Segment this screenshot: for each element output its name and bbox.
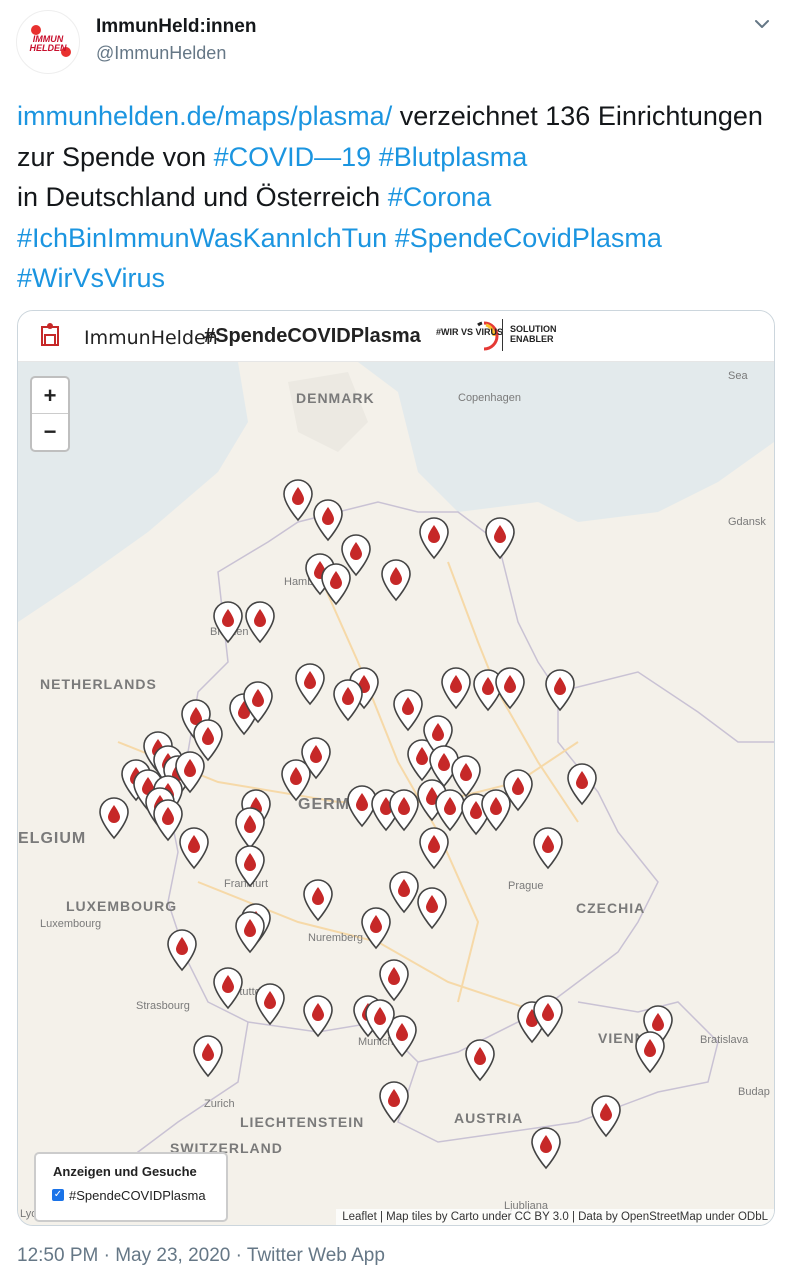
immunhelden-logo-icon (41, 323, 59, 346)
blood-drop-marker-icon[interactable] (97, 796, 131, 840)
blood-drop-marker-icon[interactable] (293, 662, 327, 706)
account-name[interactable]: ImmunHeld:innen (96, 16, 256, 38)
label-netherlands: NETHERLANDS (40, 676, 157, 692)
wirvsvirus-text: #WIR VS VIRUS (436, 327, 504, 337)
blood-drop-marker-icon[interactable] (301, 994, 335, 1038)
hashtag-corona[interactable]: #Corona (388, 182, 492, 212)
label-strasbourg: Strasbourg (136, 1000, 190, 1012)
label-belgium: ELGIUM (18, 830, 87, 847)
blood-drop-marker-icon[interactable] (589, 1094, 623, 1138)
label-czechia: CZECHIA (576, 900, 646, 916)
blood-drop-marker-icon[interactable] (417, 826, 451, 870)
map-brand: ImmunHelden (84, 327, 218, 349)
label-liechtenstein: LIECHTENSTEIN (240, 1114, 365, 1130)
tweet-text-segment: in Deutschland und Österreich (17, 182, 388, 212)
blood-drop-marker-icon[interactable] (301, 878, 335, 922)
footer-separator: · (103, 1245, 110, 1266)
zoom-out-button[interactable]: − (32, 414, 68, 449)
blood-drop-marker-icon[interactable] (543, 668, 577, 712)
map-header: ImmunHelden #SpendeCOVIDPlasma #WIR VS V… (18, 311, 774, 362)
blood-drop-marker-icon[interactable] (241, 680, 275, 724)
label-bratislava: Bratislava (700, 1034, 749, 1046)
label-copenhagen: Copenhagen (458, 392, 522, 404)
solution-enabler-text: SOLUTION ENABLER (510, 324, 557, 344)
tweet-time[interactable]: 12:50 PM (17, 1245, 98, 1266)
map-hashtag: #SpendeCOVIDPlasma (204, 325, 421, 347)
map-legend: Anzeigen und Gesuche ✓ #SpendeCOVIDPlasm… (34, 1152, 228, 1222)
blood-drop-marker-icon[interactable] (253, 982, 287, 1026)
hashtag-wirvsvirus[interactable]: #WirVsVirus (17, 263, 165, 293)
chevron-down-icon[interactable] (752, 14, 772, 34)
blood-drop-marker-icon[interactable] (379, 558, 413, 602)
label-budapest: Budap (738, 1086, 770, 1098)
blood-drop-marker-icon[interactable] (531, 826, 565, 870)
map[interactable]: DENMARK Copenhagen Gdansk Sea Hamburg Br… (18, 362, 774, 1225)
tweet-footer: 12:50 PM · May 23, 2020 · Twitter Web Ap… (17, 1245, 385, 1267)
blood-drop-marker-icon[interactable] (191, 1034, 225, 1078)
avatar-logo-text: IMMUN HELDEN (29, 34, 67, 53)
label-denmark: DENMARK (296, 390, 375, 406)
tweet-date[interactable]: May 23, 2020 (115, 1245, 230, 1266)
blood-drop-marker-icon[interactable] (463, 1038, 497, 1082)
hashtag-blutplasma[interactable]: #Blutplasma (379, 142, 528, 172)
blood-drop-marker-icon[interactable] (493, 666, 527, 710)
blood-drop-marker-icon[interactable] (633, 1030, 667, 1074)
wirvsvirus-logo: #WIR VS VIRUS (428, 319, 508, 353)
blood-drop-marker-icon[interactable] (211, 600, 245, 644)
blood-drop-marker-icon[interactable] (415, 886, 449, 930)
header-divider (502, 319, 503, 351)
tweet-text-segment (387, 223, 395, 253)
zoom-control: + − (30, 376, 70, 452)
blood-drop-marker-icon[interactable] (177, 826, 211, 870)
label-austria: AUSTRIA (454, 1110, 524, 1126)
footer-separator: · (235, 1245, 242, 1266)
blood-drop-marker-icon[interactable] (483, 516, 517, 560)
blood-drop-marker-icon[interactable] (417, 516, 451, 560)
blood-drop-marker-icon[interactable] (299, 736, 333, 780)
label-prague: Prague (508, 880, 544, 892)
hashtag-spendecovidplasma[interactable]: #SpendeCovidPlasma (395, 223, 662, 253)
map-card[interactable]: ImmunHelden #SpendeCOVIDPlasma #WIR VS V… (17, 310, 775, 1226)
legend-title: Anzeigen und Gesuche (53, 1164, 197, 1179)
tweet-text-segment (371, 142, 379, 172)
blood-drop-marker-icon[interactable] (331, 678, 365, 722)
blood-drop-marker-icon[interactable] (233, 844, 267, 888)
blood-drop-marker-icon[interactable] (363, 998, 397, 1042)
label-luxembourg-city: Luxembourg (40, 918, 102, 930)
label-sea: Sea (728, 370, 748, 382)
blood-drop-marker-icon[interactable] (501, 768, 535, 812)
hashtag-covid19[interactable]: #COVID—19 (214, 142, 372, 172)
account-handle[interactable]: @ImmunHelden (96, 43, 226, 64)
map-attribution[interactable]: Leaflet | Map tiles by Carto under CC BY… (336, 1209, 774, 1225)
blood-drop-marker-icon[interactable] (319, 562, 353, 606)
blood-drop-marker-icon[interactable] (377, 958, 411, 1002)
blood-drop-marker-icon[interactable] (243, 600, 277, 644)
blood-drop-marker-icon[interactable] (377, 1080, 411, 1124)
avatar[interactable]: IMMUN HELDEN (16, 10, 80, 74)
blood-drop-marker-icon[interactable] (211, 966, 245, 1010)
blood-drop-marker-icon[interactable] (531, 994, 565, 1038)
zoom-in-button[interactable]: + (32, 378, 68, 414)
blood-drop-marker-icon[interactable] (165, 928, 199, 972)
blood-drop-marker-icon[interactable] (281, 478, 315, 522)
blood-drop-marker-icon[interactable] (529, 1126, 563, 1170)
hashtag-ichbinimmun[interactable]: #IchBinImmunWasKannIchTun (17, 223, 387, 253)
tweet-source-app[interactable]: Twitter Web App (247, 1245, 385, 1266)
blood-drop-marker-icon[interactable] (439, 666, 473, 710)
tweet-link[interactable]: immunhelden.de/maps/plasma/ (17, 101, 392, 131)
label-zurich: Zurich (204, 1098, 235, 1110)
label-nuremberg: Nuremberg (308, 932, 364, 944)
label-gdansk: Gdansk (728, 516, 766, 528)
blood-drop-marker-icon[interactable] (565, 762, 599, 806)
blood-drop-marker-icon[interactable] (233, 910, 267, 954)
legend-item-label: #SpendeCOVIDPlasma (69, 1188, 206, 1203)
blood-drop-marker-icon[interactable] (391, 688, 425, 732)
label-luxembourg-country: LUXEMBOURG (66, 898, 178, 914)
tweet-text: immunhelden.de/maps/plasma/ verzeichnet … (17, 96, 777, 299)
legend-checkbox[interactable]: ✓ (52, 1189, 64, 1201)
